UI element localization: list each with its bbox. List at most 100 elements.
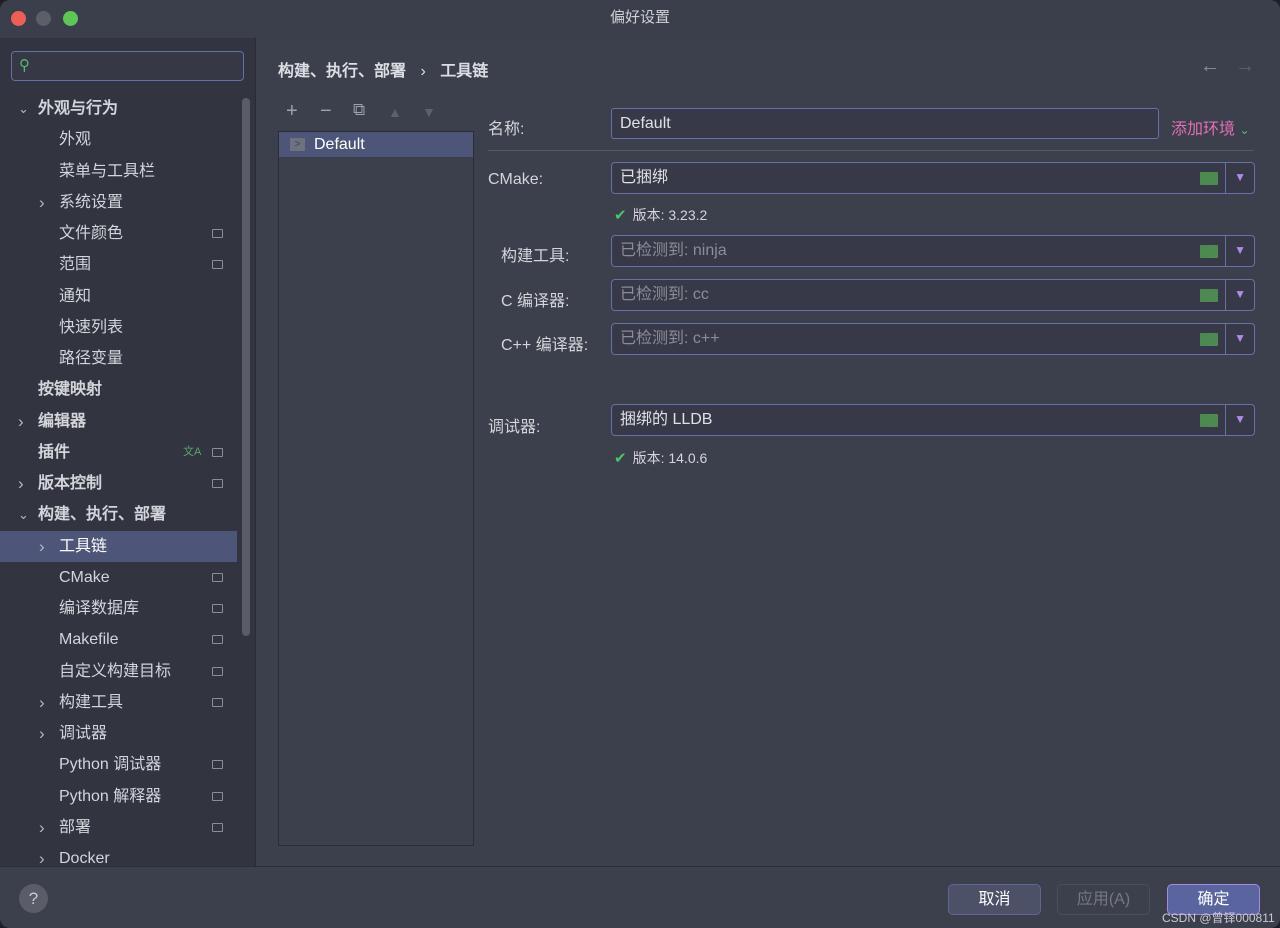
project-scope-icon (212, 760, 223, 770)
chevron-right-icon[interactable]: › (39, 687, 45, 718)
sidebar-item[interactable]: › 构建工具 (0, 687, 237, 718)
chevron-down-icon: ⌄ (1239, 123, 1250, 137)
sidebar-item[interactable]: 菜单与工具栏 (0, 156, 237, 187)
breadcrumb-separator: › (420, 63, 426, 80)
dropdown-arrow-icon[interactable]: ▼ (1234, 412, 1246, 426)
folder-icon[interactable] (1200, 172, 1218, 185)
build-tool-label: 构建工具: (501, 248, 570, 265)
dropdown-arrow-icon[interactable]: ▼ (1234, 287, 1246, 301)
sidebar-item[interactable]: Python 调试器 (0, 749, 237, 780)
copy-icon[interactable]: ⧉ (353, 100, 365, 120)
dropdown-arrow-icon[interactable]: ▼ (1234, 243, 1246, 257)
chevron-right-icon[interactable]: › (39, 718, 45, 749)
sidebar-item[interactable]: 范围 (0, 249, 237, 280)
sidebar-item[interactable]: 编译数据库 (0, 593, 237, 624)
apply-button[interactable]: 应用(A) (1057, 884, 1150, 915)
sidebar-item-label: 范围 (59, 256, 92, 274)
sidebar-item[interactable]: ⌄ 构建、执行、部署 (0, 499, 237, 530)
chevron-down-icon[interactable]: ⌄ (18, 499, 29, 530)
project-scope-icon (212, 572, 223, 582)
sidebar-item[interactable]: 通知 (0, 281, 237, 312)
toolchain-icon: > (290, 138, 305, 151)
c-compiler-value: 已检测到: cc (620, 286, 709, 303)
sidebar-item-label: 外观与行为 (38, 100, 119, 117)
name-label: 名称: (488, 121, 525, 138)
zoom-button[interactable] (63, 11, 78, 26)
sidebar-item[interactable]: › 工具链 (0, 530, 237, 562)
sidebar-item[interactable]: › 版本控制 (0, 468, 237, 499)
debugger-value: 捆绑的 LLDB (620, 411, 713, 428)
sidebar-item[interactable]: › 调试器 (0, 718, 237, 749)
check-icon: ✔ (614, 450, 627, 467)
search-input[interactable]: ⚲ (11, 51, 244, 81)
sidebar-item[interactable]: 自定义构建目标 (0, 656, 237, 687)
sidebar-item[interactable]: 文件颜色 (0, 218, 237, 249)
divider (488, 150, 1254, 151)
sidebar-scrollbar[interactable] (242, 98, 250, 636)
cpp-compiler-label: C++ 编译器: (501, 337, 589, 354)
minimize-button[interactable] (36, 11, 51, 26)
dropdown-arrow-icon[interactable]: ▼ (1234, 331, 1246, 345)
folder-icon[interactable] (1200, 289, 1218, 302)
add-icon[interactable]: + (286, 100, 298, 123)
help-button[interactable]: ? (19, 884, 48, 913)
cancel-button[interactable]: 取消 (948, 884, 1041, 915)
debugger-combo[interactable]: 捆绑的 LLDB ▼ (611, 404, 1255, 436)
build-tool-value: 已检测到: ninja (620, 242, 727, 259)
sidebar-item[interactable]: 路径变量 (0, 343, 237, 374)
sidebar-item-label: 构建工具 (59, 693, 124, 711)
sidebar-item[interactable]: ⌄ 外观与行为 (0, 93, 237, 124)
sidebar-item[interactable]: Makefile (0, 624, 237, 655)
breadcrumb: 构建、执行、部署 › 工具链 (278, 57, 488, 81)
sidebar-item[interactable]: 外观 (0, 124, 237, 155)
chevron-right-icon[interactable]: › (18, 406, 24, 437)
translate-icon: 文A (183, 445, 202, 458)
sidebar-item[interactable]: 快速列表 (0, 312, 237, 343)
c-compiler-combo[interactable]: 已检测到: cc ▼ (611, 279, 1255, 311)
window-title: 偏好设置 (609, 9, 670, 26)
name-input[interactable]: Default (611, 108, 1159, 139)
forward-arrow-icon[interactable]: → (1235, 55, 1255, 78)
sidebar-item-label: Python 调试器 (59, 756, 162, 774)
sidebar-item[interactable]: › 系统设置 (0, 187, 237, 218)
close-button[interactable] (11, 11, 26, 26)
watermark: CSDN @曾铎000811 (1162, 911, 1275, 925)
sidebar-item[interactable]: 插件 文A (0, 437, 237, 468)
breadcrumb-parent[interactable]: 构建、执行、部署 (278, 63, 406, 80)
folder-icon[interactable] (1200, 333, 1218, 346)
cmake-value: 已捆绑 (620, 169, 669, 186)
sidebar-item-label: 菜单与工具栏 (59, 162, 156, 180)
back-arrow-icon[interactable]: ← (1200, 55, 1220, 78)
add-environment-label: 添加环境 (1171, 121, 1236, 138)
search-icon: ⚲ (19, 57, 30, 74)
sidebar-item[interactable]: Python 解释器 (0, 781, 237, 812)
sidebar-item[interactable]: › 部署 (0, 812, 237, 843)
dropdown-arrow-icon[interactable]: ▼ (1234, 170, 1246, 184)
cpp-compiler-combo[interactable]: 已检测到: c++ ▼ (611, 323, 1255, 355)
folder-icon[interactable] (1200, 414, 1218, 427)
sidebar-item-label: 部署 (59, 818, 92, 836)
sidebar-item[interactable]: CMake (0, 562, 237, 593)
move-down-icon[interactable]: ▼ (422, 104, 436, 120)
move-up-icon[interactable]: ▲ (388, 104, 402, 120)
remove-icon[interactable]: − (320, 100, 332, 123)
chevron-right-icon[interactable]: › (18, 468, 24, 499)
sidebar-item-label: 路径变量 (59, 350, 124, 367)
chevron-right-icon[interactable]: › (39, 812, 45, 843)
project-scope-icon (212, 447, 223, 457)
chevron-down-icon[interactable]: ⌄ (18, 93, 29, 124)
add-environment-link[interactable]: 添加环境 ⌄ (1171, 115, 1250, 139)
sidebar-item-label: 按键映射 (38, 381, 103, 399)
chevron-right-icon[interactable]: › (39, 531, 45, 562)
folder-icon[interactable] (1200, 245, 1218, 258)
project-scope-icon (212, 822, 223, 832)
toolchain-item-default[interactable]: > Default (279, 132, 473, 157)
sidebar-item[interactable]: 按键映射 (0, 374, 237, 405)
chevron-right-icon[interactable]: › (39, 187, 45, 218)
cmake-combo[interactable]: 已捆绑 ▼ (611, 162, 1255, 194)
build-tool-combo[interactable]: 已检测到: ninja ▼ (611, 235, 1255, 267)
sidebar-item[interactable]: › 编辑器 (0, 406, 237, 437)
breadcrumb-current: 工具链 (440, 63, 489, 80)
project-scope-icon (212, 260, 223, 270)
toolchain-name: Default (314, 136, 365, 153)
